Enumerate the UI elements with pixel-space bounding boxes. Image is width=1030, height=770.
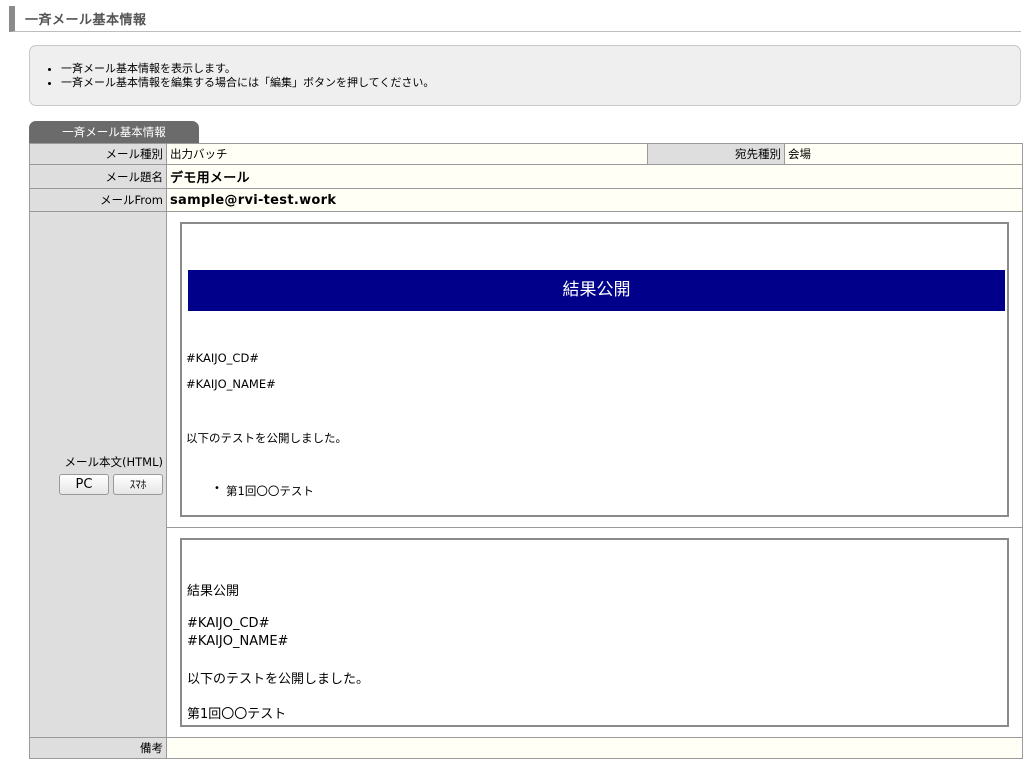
test-list-item: 第1回〇〇テスト: [214, 483, 314, 499]
table-row: メール本文(HTML) PC ｽﾏﾎ 結果公開 #KAIJO_CD# #KAIJO…: [29, 211, 1023, 738]
dest-type-label: 宛先種別: [647, 143, 785, 165]
text-heading: 結果公開: [187, 584, 240, 599]
info-line: 一斉メール基本情報を表示します。: [61, 62, 1020, 76]
text-test-name: 第1回〇〇テスト: [187, 707, 287, 722]
table-row: メール題名 デモ用メール: [29, 164, 1023, 189]
smartphone-button[interactable]: ｽﾏﾎ: [113, 474, 163, 495]
text-preview[interactable]: 結果公開 #KAIJO_CD# #KAIJO_NAME# 以下のテストを公開しま…: [180, 538, 1009, 727]
subject-value: デモ用メール: [166, 164, 1023, 189]
pc-button[interactable]: PC: [59, 474, 109, 495]
table-row: 備考: [29, 737, 1023, 759]
result-banner: 結果公開: [188, 270, 1005, 311]
table-row: 結果公開 #KAIJO_CD# #KAIJO_NAME# 以下のテストを公開しま…: [30, 527, 1023, 738]
page-title: 一斉メール基本情報: [25, 13, 147, 28]
table-row: メールFrom sample@rvi-test.work: [29, 188, 1023, 212]
subject-label: メール題名: [29, 164, 167, 189]
message-text: 以下のテストを公開しました。: [186, 431, 347, 445]
mail-info-table: メール種別 出力バッチ 宛先種別 会場 メール題名 デモ用メール メールFrom…: [29, 143, 1023, 759]
table-row: メール種別 出力バッチ 宛先種別 会場: [29, 143, 1023, 165]
from-label: メールFrom: [29, 188, 167, 212]
mail-type-label: メール種別: [29, 143, 167, 165]
kaijo-cd-text: #KAIJO_CD#: [186, 351, 259, 365]
page-header: 一斉メール基本情報: [9, 6, 1021, 32]
text-kaijo-name: #KAIJO_NAME#: [187, 634, 289, 649]
info-list: 一斉メール基本情報を表示します。 一斉メール基本情報を編集する場合には「編集」ボ…: [30, 46, 1020, 90]
dest-type-value: 会場: [784, 143, 1023, 165]
body-label: メール本文(HTML): [64, 455, 163, 469]
note-value: [166, 737, 1023, 759]
from-value: sample@rvi-test.work: [166, 188, 1023, 212]
text-message: 以下のテストを公開しました。: [187, 672, 370, 687]
text-preview-cell: 結果公開 #KAIJO_CD# #KAIJO_NAME# 以下のテストを公開しま…: [166, 527, 1023, 738]
tab-mail-info[interactable]: 一斉メール基本情報: [29, 121, 199, 144]
text-kaijo-cd: #KAIJO_CD#: [187, 616, 270, 631]
html-preview[interactable]: 結果公開 #KAIJO_CD# #KAIJO_NAME# 以下のテストを公開しま…: [180, 222, 1009, 517]
info-line: 一斉メール基本情報を編集する場合には「編集」ボタンを押してください。: [61, 76, 1020, 90]
info-box: 一斉メール基本情報を表示します。 一斉メール基本情報を編集する場合には「編集」ボ…: [29, 45, 1021, 106]
html-preview-cell: 結果公開 #KAIJO_CD# #KAIJO_NAME# 以下のテストを公開しま…: [166, 211, 1023, 528]
note-label: 備考: [29, 737, 167, 759]
body-label-cell: メール本文(HTML) PC ｽﾏﾎ: [29, 211, 167, 738]
mail-type-value: 出力バッチ: [166, 143, 648, 165]
device-buttons: PC ｽﾏﾎ: [33, 474, 163, 495]
kaijo-name-text: #KAIJO_NAME#: [186, 377, 276, 391]
